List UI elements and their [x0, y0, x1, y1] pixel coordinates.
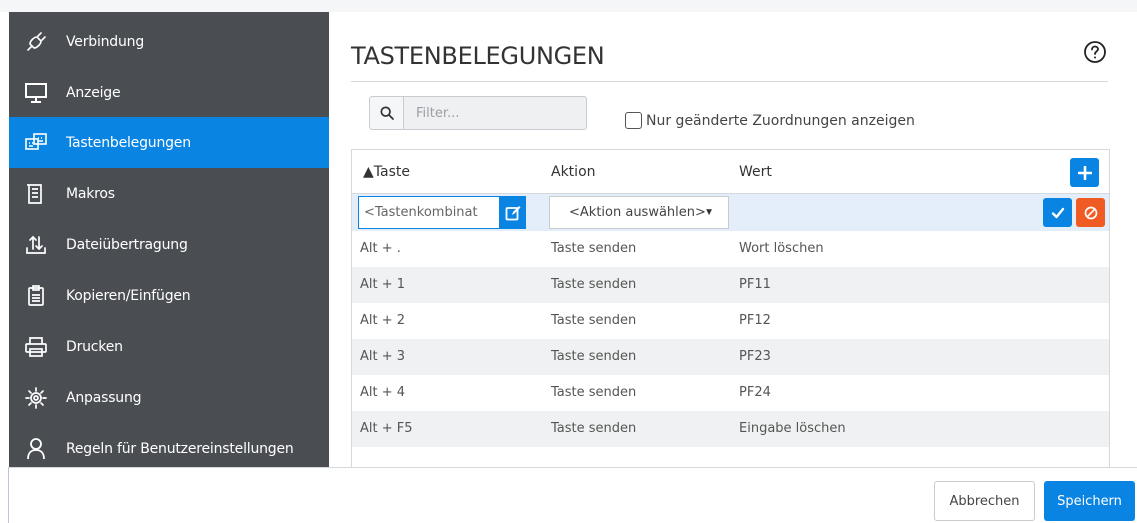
cell-key: Alt + . [360, 241, 401, 256]
cell-value: Eingabe löschen [739, 421, 846, 436]
only-changed-label: Nur geänderte Zuordnungen anzeigen [646, 112, 915, 129]
plug-icon [22, 28, 50, 56]
edit-icon [505, 205, 521, 220]
plus-icon [1077, 165, 1092, 180]
title-divider [351, 81, 1108, 82]
cell-key: Alt + 2 [360, 313, 406, 328]
checkmark-icon [1051, 207, 1064, 218]
cell-action: Taste senden [551, 241, 637, 256]
left-edge [0, 12, 9, 467]
column-header-key[interactable]: ▲Taste [363, 164, 410, 180]
printer-icon [22, 333, 50, 361]
edit-row: <Aktion auswählen> ▼ [352, 194, 1109, 231]
footer-left-strip [0, 467, 9, 523]
sidebar: Verbindung Anzeige Tastenbelegungen Makr… [9, 12, 329, 467]
search-icon[interactable] [370, 97, 404, 129]
action-select[interactable]: <Aktion auswählen> ▼ [549, 196, 729, 229]
key-combination-input[interactable] [358, 196, 500, 229]
key-mapping-table: ▲Taste Aktion Wert <Aktion auswählen> ▼ [351, 149, 1110, 467]
main-panel: TASTENBELEGUNGEN Nur geänderte Zuordnung… [329, 12, 1137, 467]
cell-action: Taste senden [551, 421, 637, 436]
cell-value: PF24 [739, 385, 771, 400]
confirm-row-button[interactable] [1043, 198, 1072, 227]
cancel-row-button[interactable] [1076, 198, 1105, 227]
column-header-action[interactable]: Aktion [551, 164, 596, 180]
sidebar-item-dateiuebertragung[interactable]: Dateiübertragung [9, 219, 329, 270]
table-row[interactable]: Alt + 4 Taste senden PF24 [352, 375, 1109, 411]
add-mapping-button[interactable] [1070, 158, 1099, 187]
cell-action: Taste senden [551, 349, 637, 364]
sidebar-item-label: Drucken [66, 338, 123, 355]
sidebar-item-label: Dateiübertragung [66, 236, 188, 253]
sidebar-item-kopieren-einfuegen[interactable]: Kopieren/Einfügen [9, 270, 329, 321]
sidebar-item-anzeige[interactable]: Anzeige [9, 67, 329, 118]
sidebar-item-label: Verbindung [66, 33, 145, 50]
cell-action: Taste senden [551, 277, 637, 292]
table-row[interactable]: Alt + F5 Taste senden Eingabe löschen [352, 411, 1109, 447]
monitor-icon [22, 79, 50, 107]
sidebar-item-drucken[interactable]: Drucken [9, 321, 329, 372]
table-row[interactable]: Alt + . Taste senden Wort löschen [352, 231, 1109, 267]
keyboard-mapping-icon [22, 129, 50, 157]
sidebar-item-verbindung[interactable]: Verbindung [9, 16, 329, 67]
top-strip [0, 0, 1137, 12]
chevron-down-icon: ▼ [704, 207, 714, 218]
cell-key: Alt + 1 [360, 277, 406, 292]
sidebar-item-label: Regeln für Benutzereinstellungen [66, 440, 294, 457]
cell-action: Taste senden [551, 385, 637, 400]
edit-key-button[interactable] [500, 196, 526, 229]
clipboard-icon [22, 282, 50, 310]
sidebar-item-label: Anzeige [66, 84, 121, 101]
cell-key: Alt + 4 [360, 385, 406, 400]
filter-input[interactable] [416, 98, 586, 128]
gear-icon [22, 384, 50, 412]
action-select-value: <Aktion auswählen> [569, 205, 706, 220]
column-header-value[interactable]: Wert [739, 164, 772, 180]
table-header: ▲Taste Aktion Wert [352, 149, 1109, 194]
key-combination-field [358, 196, 526, 229]
save-button[interactable]: Speichern [1044, 481, 1135, 521]
table-row[interactable]: Alt + 1 Taste senden PF11 [352, 267, 1109, 303]
sidebar-item-makros[interactable]: Makros [9, 168, 329, 219]
page-title: TASTENBELEGUNGEN [351, 42, 605, 70]
cancel-button[interactable]: Abbrechen [934, 481, 1035, 521]
help-icon[interactable] [1083, 40, 1107, 64]
cell-action: Taste senden [551, 313, 637, 328]
cell-value: PF11 [739, 277, 771, 292]
cell-value: PF12 [739, 313, 771, 328]
sidebar-item-label: Kopieren/Einfügen [66, 287, 191, 304]
sidebar-item-label: Tastenbelegungen [66, 134, 191, 151]
table-row[interactable]: Alt + 3 Taste senden PF23 [352, 339, 1109, 375]
only-changed-toggle[interactable]: Nur geänderte Zuordnungen anzeigen [625, 112, 915, 129]
cell-value: Wort löschen [739, 241, 824, 256]
cell-key: Alt + F5 [360, 421, 413, 436]
table-row[interactable]: Alt + 2 Taste senden PF12 [352, 303, 1109, 339]
filter-box [369, 96, 587, 130]
cancel-icon [1084, 206, 1097, 219]
document-list-icon [22, 180, 50, 208]
sidebar-item-anpassung[interactable]: Anpassung [9, 372, 329, 423]
sidebar-item-label: Makros [66, 185, 115, 202]
table-row-partial[interactable] [352, 447, 1109, 467]
only-changed-checkbox[interactable] [625, 112, 642, 129]
cell-key: Alt + 3 [360, 349, 406, 364]
cell-value: PF23 [739, 349, 771, 364]
file-transfer-icon [22, 231, 50, 259]
sidebar-item-tastenbelegungen[interactable]: Tastenbelegungen [9, 117, 329, 168]
sidebar-item-label: Anpassung [66, 389, 142, 406]
user-icon [22, 435, 50, 463]
